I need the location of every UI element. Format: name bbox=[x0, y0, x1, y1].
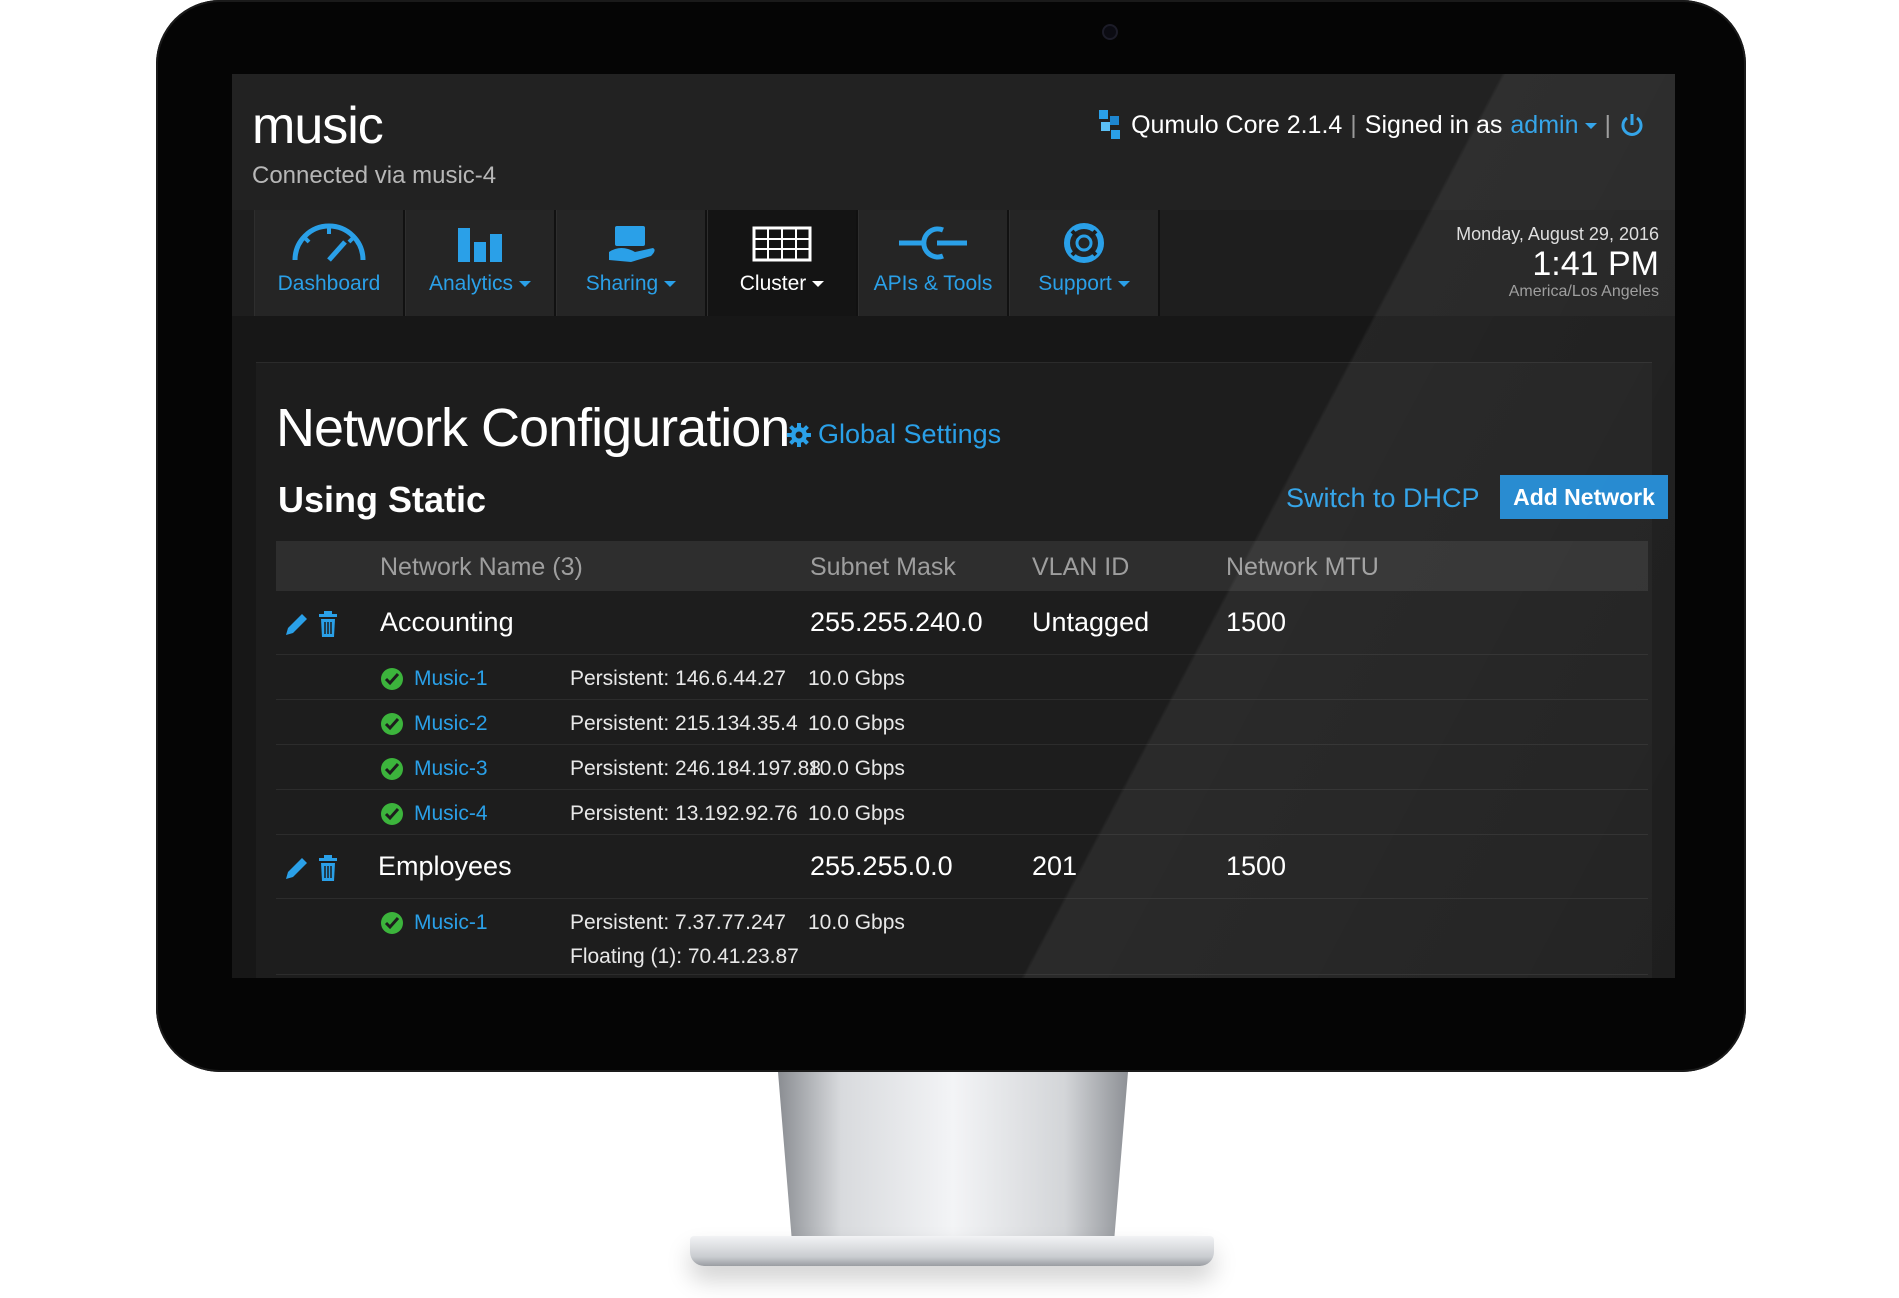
node-ip: Persistent: 13.192.92.76 bbox=[570, 802, 798, 825]
lifebuoy-icon bbox=[1064, 223, 1104, 263]
chevron-down-icon bbox=[664, 281, 677, 288]
network-mtu: 1500 bbox=[1226, 851, 1287, 881]
node-ip: Persistent: 146.6.44.27 bbox=[570, 667, 786, 690]
node-row: Music-3 Persistent: 246.184.197.88 10.0 … bbox=[276, 745, 1648, 790]
network-config-panel: Network Configuration Global Settings Us… bbox=[256, 362, 1668, 978]
column-header[interactable]: Network Name (3) bbox=[380, 553, 583, 582]
node-link[interactable]: Music-4 bbox=[414, 802, 488, 826]
node-row: Music-2 Persistent: 215.134.35.4 10.0 Gb… bbox=[276, 700, 1648, 745]
node-speed: 10.0 Gbps bbox=[808, 712, 905, 735]
column-header[interactable]: VLAN ID bbox=[1032, 553, 1129, 582]
tab-dashboard[interactable]: Dashboard bbox=[254, 210, 405, 316]
user-name: admin bbox=[1510, 110, 1579, 139]
monitor-stand-base bbox=[690, 1236, 1214, 1266]
edit-pencil-icon[interactable] bbox=[282, 853, 310, 883]
network-name: Accounting bbox=[380, 607, 514, 637]
network-mtu: 1500 bbox=[1226, 607, 1287, 637]
node-link[interactable]: Music-1 bbox=[414, 911, 488, 935]
clock-date: Monday, August 29, 2016 bbox=[1456, 224, 1659, 244]
camera bbox=[1102, 24, 1118, 40]
check-circle-icon bbox=[381, 668, 403, 690]
tab-label: Support bbox=[1038, 272, 1130, 296]
signed-in-label: Signed in as bbox=[1364, 110, 1503, 139]
global-settings-link[interactable]: Global Settings bbox=[786, 419, 1001, 450]
node-speed: 10.0 Gbps bbox=[808, 911, 905, 934]
tab-label: Cluster bbox=[740, 272, 825, 296]
trash-icon[interactable] bbox=[314, 853, 342, 883]
connection-status: Connected via music-4 bbox=[252, 162, 497, 189]
app-header: music Connected via music-4 Qumulo Core … bbox=[232, 74, 1675, 212]
network-name: Employees bbox=[378, 851, 512, 881]
trash-icon[interactable] bbox=[314, 609, 342, 639]
node-link[interactable]: Music-1 bbox=[414, 667, 488, 691]
network-row: Accounting 255.255.240.0 Untagged 1500 bbox=[276, 591, 1648, 655]
vlan-id: 201 bbox=[1032, 851, 1078, 881]
tab-label: Dashboard bbox=[277, 272, 381, 295]
divider: | bbox=[1604, 110, 1612, 139]
table-header: Network Name (3) Subnet Mask VLAN ID Net… bbox=[276, 541, 1648, 591]
tab-cluster[interactable]: Cluster bbox=[707, 210, 858, 316]
user-menu[interactable]: admin bbox=[1510, 110, 1597, 140]
share-hand-icon bbox=[609, 226, 655, 262]
screen: music Connected via music-4 Qumulo Core … bbox=[232, 74, 1675, 978]
node-link[interactable]: Music-2 bbox=[414, 712, 488, 736]
column-header[interactable]: Network MTU bbox=[1226, 553, 1379, 582]
node-row: Music-1 Persistent: 146.6.44.27 10.0 Gbp… bbox=[276, 655, 1648, 700]
tab-apis-tools[interactable]: APIs & Tools bbox=[858, 210, 1009, 316]
check-circle-icon bbox=[381, 713, 403, 735]
global-settings-label: Global Settings bbox=[818, 419, 1002, 449]
cluster-name: music bbox=[252, 97, 384, 155]
clock-time: 1:41 PM bbox=[1532, 245, 1659, 283]
monitor-stand bbox=[778, 1072, 1128, 1242]
page-title: Network Configuration bbox=[276, 398, 790, 458]
clock: Monday, August 29, 2016 1:41 PM America/… bbox=[1456, 224, 1659, 301]
subnet-mask: 255.255.0.0 bbox=[810, 851, 953, 881]
network-table: Network Name (3) Subnet Mask VLAN ID Net… bbox=[276, 541, 1648, 975]
tab-label: APIs & Tools bbox=[873, 272, 993, 295]
bar-chart-icon bbox=[458, 228, 502, 262]
node-speed: 10.0 Gbps bbox=[808, 802, 905, 825]
chevron-down-icon bbox=[1117, 281, 1130, 288]
tab-label: Analytics bbox=[429, 272, 532, 296]
vlan-id: Untagged bbox=[1032, 607, 1150, 637]
subnet-mask: 255.255.240.0 bbox=[810, 607, 983, 637]
main-nav: Dashboard Analytics Sharing Cluster APIs… bbox=[232, 210, 1675, 316]
node-row: Music-4 Persistent: 13.192.92.76 10.0 Gb… bbox=[276, 790, 1648, 835]
column-header[interactable]: Subnet Mask bbox=[810, 553, 956, 582]
node-row: Music-1 Persistent: 7.37.77.247 Floating… bbox=[276, 899, 1648, 975]
node-link[interactable]: Music-3 bbox=[414, 757, 488, 781]
server-rack-icon bbox=[752, 226, 812, 262]
edit-pencil-icon[interactable] bbox=[282, 609, 310, 639]
network-mode: Using Static bbox=[278, 479, 487, 520]
add-network-button[interactable]: Add Network bbox=[1500, 475, 1668, 519]
clock-timezone: America/Los Angeles bbox=[1508, 283, 1659, 300]
plug-icon bbox=[899, 226, 967, 260]
network-row: Employees 255.255.0.0 201 1500 bbox=[276, 835, 1648, 899]
product-version: Qumulo Core 2.1.4 bbox=[1131, 110, 1343, 139]
node-floating-ip: Floating (1): 70.41.23.87 bbox=[570, 945, 799, 968]
speedometer-icon bbox=[292, 223, 366, 262]
node-speed: 10.0 Gbps bbox=[808, 667, 905, 690]
tab-label: Sharing bbox=[586, 272, 677, 296]
account-bar: Qumulo Core 2.1.4 | Signed in as admin | bbox=[1097, 108, 1645, 142]
tab-sharing[interactable]: Sharing bbox=[556, 210, 707, 316]
check-circle-icon bbox=[381, 758, 403, 780]
node-ip: Persistent: 246.184.197.88 bbox=[570, 757, 822, 780]
node-speed: 10.0 Gbps bbox=[808, 757, 905, 780]
gear-icon bbox=[787, 422, 811, 447]
tab-support[interactable]: Support bbox=[1009, 210, 1160, 316]
node-ip: Persistent: 215.134.35.4 bbox=[570, 712, 798, 735]
power-icon[interactable] bbox=[1619, 112, 1645, 138]
switch-to-dhcp-link[interactable]: Switch to DHCP bbox=[1286, 483, 1480, 514]
chevron-down-icon bbox=[519, 281, 532, 288]
qumulo-logo-icon bbox=[1099, 110, 1121, 139]
divider: | bbox=[1350, 110, 1357, 139]
chevron-down-icon bbox=[1584, 122, 1597, 129]
check-circle-icon bbox=[381, 912, 403, 934]
tab-analytics[interactable]: Analytics bbox=[405, 210, 556, 316]
node-ip: Persistent: 7.37.77.247 bbox=[570, 911, 786, 934]
chevron-down-icon bbox=[812, 281, 825, 288]
check-circle-icon bbox=[381, 803, 403, 825]
